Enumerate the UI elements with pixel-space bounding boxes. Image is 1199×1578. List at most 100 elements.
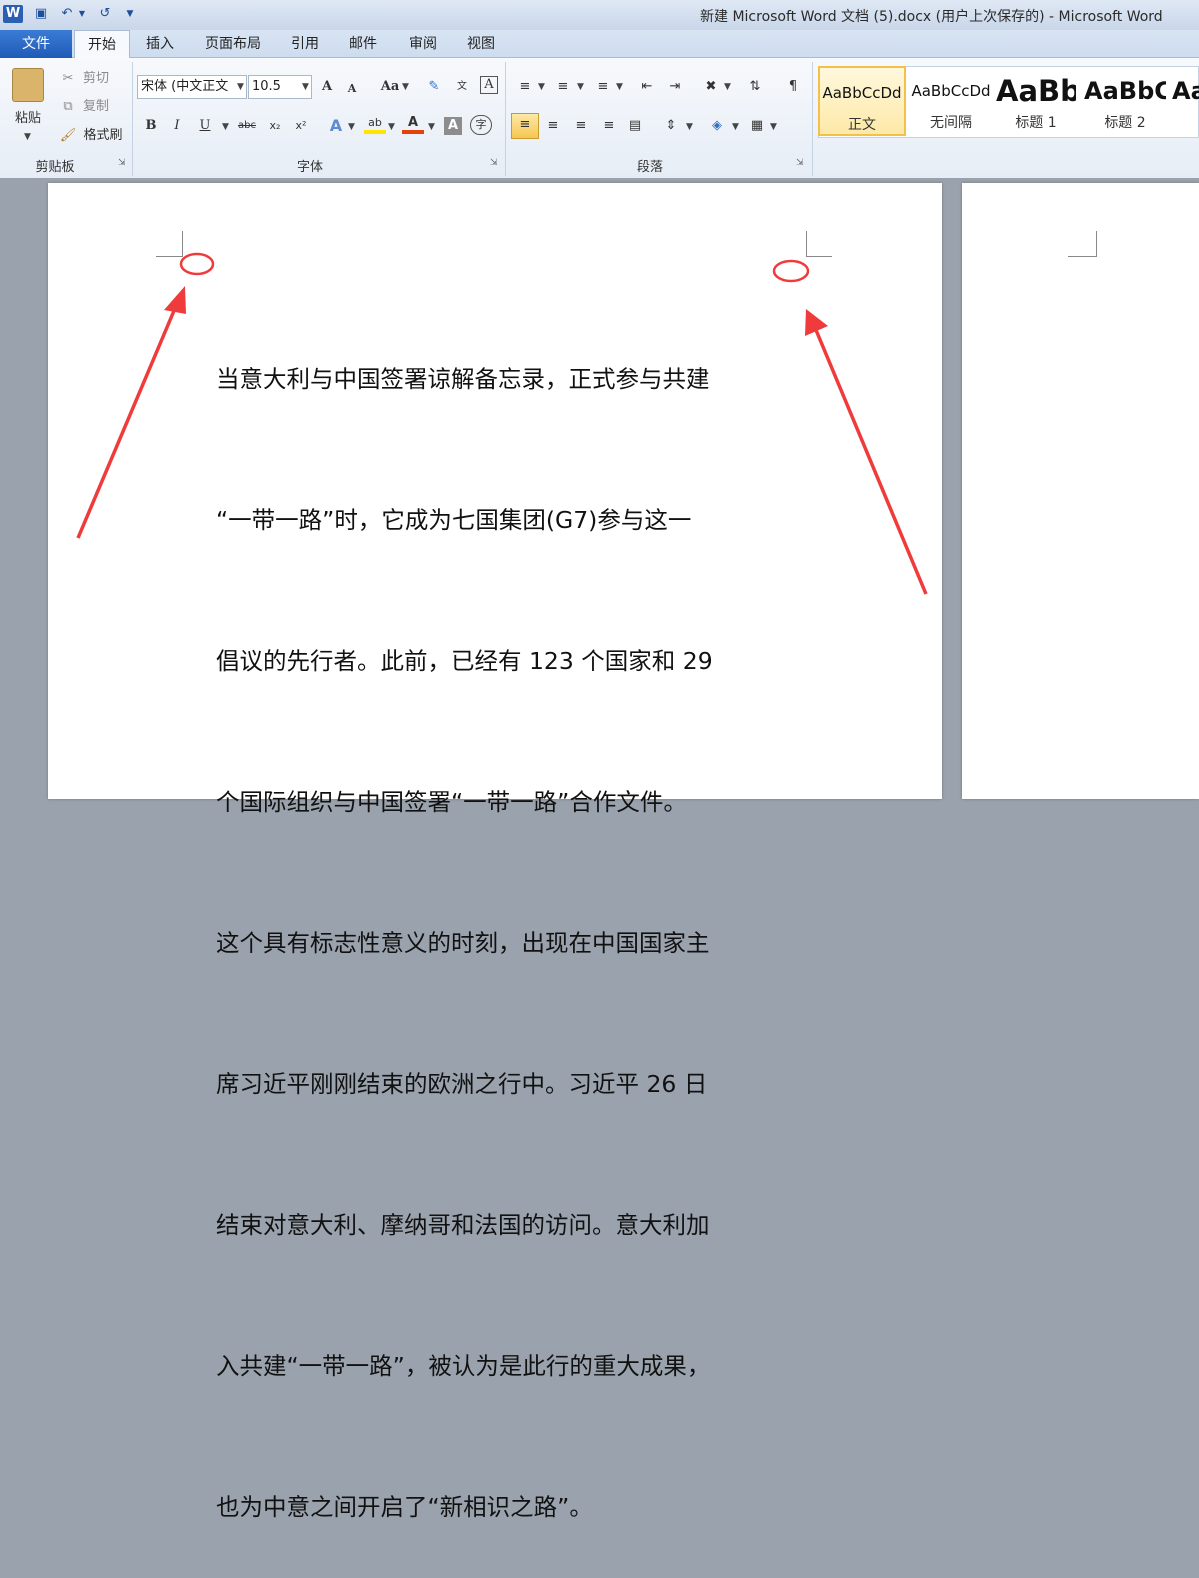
undo-dropdown-icon[interactable]: ▼ xyxy=(77,5,87,23)
decrease-indent-icon[interactable]: ⇤ xyxy=(636,76,658,98)
save-icon[interactable]: ▣ xyxy=(32,5,50,23)
align-center-icon[interactable]: ≡ xyxy=(542,115,564,137)
copy-button[interactable]: 复制 xyxy=(80,96,112,118)
grow-font-button[interactable]: A xyxy=(318,76,336,98)
character-border-icon[interactable]: A xyxy=(480,76,498,94)
tab-view[interactable]: 视图 xyxy=(458,30,504,58)
document-body-text[interactable]: 当意大利与中国签署谅解备忘录，正式参与共建 “一带一路”时，它成为七国集团(G7… xyxy=(216,262,781,1578)
format-painter-button[interactable]: 格式刷 xyxy=(80,125,126,147)
paragraph-group-label: 段落 xyxy=(636,160,663,175)
borders-dropdown-icon[interactable]: ▼ xyxy=(770,122,777,132)
text-line: 席习近平刚刚结束的欧洲之行中。习近平 26 日 xyxy=(216,1070,708,1098)
phonetic-guide-icon[interactable]: 文 xyxy=(452,76,472,98)
paste-icon[interactable] xyxy=(12,68,44,102)
font-launcher-icon[interactable]: ⇲ xyxy=(490,158,500,168)
style-normal[interactable]: AaBbCcDd 正文 xyxy=(818,66,906,136)
text-effect-button[interactable]: A xyxy=(326,115,346,137)
style-name: 标题 1 xyxy=(1015,115,1057,131)
style-no-spacing[interactable]: AaBbCcDd 无间隔 xyxy=(908,66,994,136)
customize-toolbar-icon[interactable]: ▼ xyxy=(124,5,136,23)
paragraph-launcher-icon[interactable]: ⇲ xyxy=(796,158,806,168)
text-line: 结束对意大利、摩纳哥和法国的访问。意大利加 xyxy=(216,1211,710,1239)
text-line: 也为中意之间开启了“新相识之路”。 xyxy=(216,1493,593,1521)
numbering-dropdown-icon[interactable]: ▼ xyxy=(577,82,584,92)
font-name-combo[interactable]: 宋体 (中文正文 xyxy=(137,75,247,99)
highlight-button[interactable]: ab xyxy=(364,112,386,134)
highlight-dropdown-icon[interactable]: ▼ xyxy=(388,122,395,132)
font-size-dropdown-icon[interactable]: ▼ xyxy=(302,82,309,92)
multilevel-list-icon[interactable]: ≡ xyxy=(592,76,614,98)
distributed-icon[interactable]: ▤ xyxy=(624,115,646,137)
sort-icon[interactable]: ⇅ xyxy=(744,76,766,98)
underline-button[interactable]: U xyxy=(196,115,214,137)
tab-mailings[interactable]: 邮件 xyxy=(340,30,386,58)
tab-home[interactable]: 开始 xyxy=(74,30,130,59)
undo-icon[interactable]: ↶ xyxy=(58,5,76,23)
multilevel-list-dropdown-icon[interactable]: ▼ xyxy=(616,82,623,92)
bullets-icon[interactable]: ≡ xyxy=(514,76,536,98)
tab-references[interactable]: 引用 xyxy=(282,30,328,58)
style-heading-1[interactable]: AaBb 标题 1 xyxy=(996,66,1076,136)
document-page-next[interactable] xyxy=(962,183,1199,799)
crop-mark xyxy=(156,256,182,257)
show-marks-icon[interactable]: ¶ xyxy=(784,76,802,98)
subscript-button[interactable]: x₂ xyxy=(264,115,286,137)
crop-mark xyxy=(806,231,807,257)
text-effect-dropdown-icon[interactable]: ▼ xyxy=(348,122,355,132)
word-logo-icon[interactable]: W xyxy=(3,5,23,23)
font-size-value: 10.5 xyxy=(252,79,281,94)
font-color-button[interactable]: A xyxy=(402,112,424,134)
style-sample: Aa xyxy=(1172,77,1199,105)
borders-icon[interactable]: ▦ xyxy=(746,115,768,137)
style-name: 无间隔 xyxy=(930,115,972,131)
increase-indent-icon[interactable]: ⇥ xyxy=(664,76,686,98)
strikethrough-button[interactable]: abc xyxy=(234,115,260,137)
style-sample: AaBbCcDd xyxy=(822,84,902,102)
tab-review[interactable]: 审阅 xyxy=(400,30,446,58)
style-name: 正文 xyxy=(848,117,876,133)
font-group-label: 字体 xyxy=(296,160,323,175)
italic-button[interactable]: I xyxy=(168,115,186,137)
font-name-value: 宋体 (中文正文 xyxy=(141,79,229,94)
change-case-button[interactable]: Aa xyxy=(378,76,402,98)
style-sample: AaBbC xyxy=(1084,77,1166,105)
justify-icon[interactable]: ≡ xyxy=(598,115,620,137)
enclose-characters-button[interactable]: 字 xyxy=(470,115,492,135)
style-sample: AaBbCcDd xyxy=(911,82,991,100)
chinese-layout-icon[interactable]: ✖ xyxy=(700,76,722,98)
line-spacing-dropdown-icon[interactable]: ▼ xyxy=(686,122,693,132)
change-case-dropdown-icon[interactable]: ▼ xyxy=(402,82,409,92)
paste-button[interactable]: 粘贴 xyxy=(6,108,50,130)
paste-dropdown-icon[interactable]: ▼ xyxy=(24,132,31,142)
tab-page-layout[interactable]: 页面布局 xyxy=(196,30,270,58)
bullets-dropdown-icon[interactable]: ▼ xyxy=(538,82,545,92)
cut-button[interactable]: 剪切 xyxy=(80,68,112,90)
character-shading-button[interactable]: A xyxy=(444,117,462,135)
text-line: 倡议的先行者。此前，已经有 123 个国家和 29 xyxy=(216,647,713,675)
chinese-layout-dropdown-icon[interactable]: ▼ xyxy=(724,82,731,92)
font-color-dropdown-icon[interactable]: ▼ xyxy=(428,122,435,132)
style-heading-2[interactable]: AaBbC 标题 2 xyxy=(1084,66,1166,136)
clear-format-icon[interactable]: ✎ xyxy=(424,76,444,98)
cut-icon: ✂ xyxy=(62,71,74,86)
underline-dropdown-icon[interactable]: ▼ xyxy=(222,122,229,132)
crop-mark xyxy=(806,256,832,257)
shading-icon[interactable]: ◈ xyxy=(706,115,728,137)
format-painter-icon: 🖌 xyxy=(59,128,77,143)
bold-button[interactable]: B xyxy=(142,115,160,137)
clipboard-launcher-icon[interactable]: ⇲ xyxy=(118,158,128,168)
text-line: 入共建“一带一路”，被认为是此行的重大成果， xyxy=(216,1352,711,1380)
numbering-icon[interactable]: ≡ xyxy=(552,76,574,98)
tab-file[interactable]: 文件 xyxy=(0,30,72,58)
font-name-dropdown-icon[interactable]: ▼ xyxy=(237,82,244,92)
redo-icon[interactable]: ↺ xyxy=(96,5,114,23)
align-left-icon[interactable]: ≡ xyxy=(511,113,539,139)
shrink-font-button[interactable]: A xyxy=(344,78,360,100)
style-title[interactable]: Aa xyxy=(1172,66,1199,136)
line-spacing-icon[interactable]: ⇕ xyxy=(660,115,682,137)
superscript-button[interactable]: x² xyxy=(290,115,312,137)
shading-dropdown-icon[interactable]: ▼ xyxy=(732,122,739,132)
crop-mark xyxy=(182,231,183,257)
align-right-icon[interactable]: ≡ xyxy=(570,115,592,137)
tab-insert[interactable]: 插入 xyxy=(138,30,182,58)
